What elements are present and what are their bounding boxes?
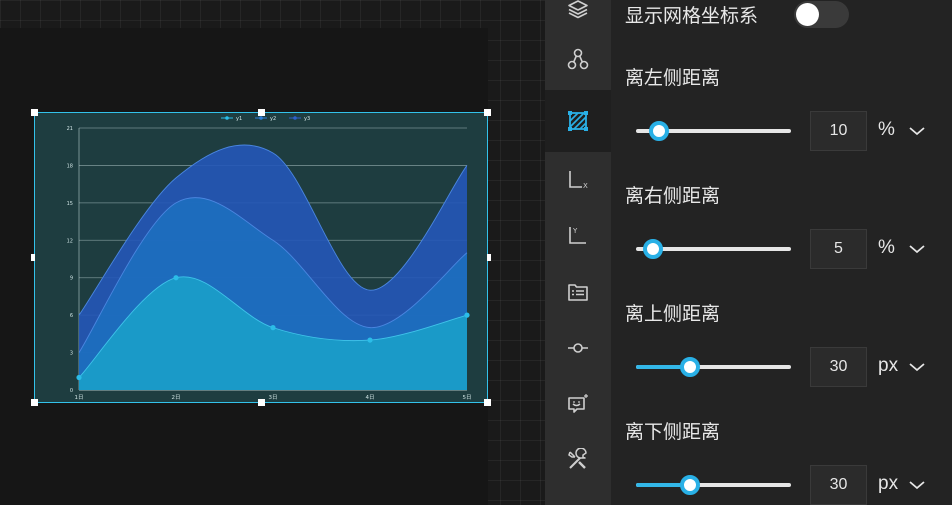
rail-tab-x-axis[interactable]: X (545, 152, 611, 208)
margin-right-input[interactable]: 5 (810, 229, 867, 269)
legend-marker-y2 (259, 116, 263, 120)
layers-icon (568, 0, 588, 19)
list-icon (568, 284, 588, 301)
rail-tab-tooltip[interactable] (545, 376, 611, 432)
data-point-y1 (367, 337, 373, 343)
grid-area-icon (568, 111, 588, 131)
show-grid-toggle[interactable] (794, 1, 849, 28)
x-tick-label: 3日 (269, 394, 278, 401)
data-point-y1 (173, 275, 179, 281)
x-tick-label: 1日 (75, 394, 84, 401)
chevron-down-icon[interactable] (908, 362, 926, 372)
resize-handle-right[interactable] (487, 254, 491, 261)
y-tick-label: 6 (70, 313, 73, 319)
rail-tab-y-axis[interactable]: Y (545, 208, 611, 264)
y-tick-label: 9 (70, 276, 73, 282)
area-chart: 0 3 6 9 12 15 18 21 1日 2日 3日 4日 5日 y1 y2 y3 (67, 116, 472, 401)
svg-text:X: X (583, 182, 588, 190)
toggle-knob (796, 3, 819, 26)
slider-thumb[interactable] (680, 357, 700, 377)
property-tab-rail: X Y (545, 0, 611, 505)
legend-marker-y3 (293, 116, 297, 120)
chevron-down-icon[interactable] (908, 126, 926, 136)
margin-left-unit[interactable]: % (878, 119, 895, 141)
margin-top-label: 离上侧距离 (625, 303, 721, 325)
resize-handle-bottom-left[interactable] (31, 399, 38, 406)
y-axis-icon: Y (569, 227, 586, 244)
point-line-icon (568, 343, 588, 353)
slider-thumb[interactable] (643, 239, 663, 259)
chart-widget[interactable]: 0 3 6 9 12 15 18 21 1日 2日 3日 4日 5日 y1 y2 y3 (31, 109, 491, 406)
app-root: 0 3 6 9 12 15 18 21 1日 2日 3日 4日 5日 y1 y2 y3 (0, 0, 952, 505)
margin-bottom-input[interactable]: 30 (810, 465, 867, 505)
nodes-icon (567, 48, 589, 70)
y-tick-label: 0 (70, 388, 73, 394)
slider-thumb[interactable] (649, 121, 669, 141)
x-tick-label: 2日 (172, 394, 181, 401)
rail-tab-tools[interactable] (545, 432, 611, 488)
tooltip-icon (568, 394, 588, 413)
legend-label: y1 (236, 116, 242, 122)
margin-right-slider[interactable] (636, 239, 791, 259)
y-tick-label: 18 (67, 163, 73, 169)
x-tick-label: 5日 (463, 394, 472, 401)
resize-handle-bottom[interactable] (258, 399, 265, 406)
legend-label: y2 (270, 116, 276, 122)
margin-bottom-unit[interactable]: px (878, 473, 898, 495)
data-point-y1 (270, 325, 276, 331)
resize-handle-top-left[interactable] (31, 109, 38, 116)
x-tick-label: 4日 (366, 394, 375, 401)
x-axis-icon: X (569, 171, 588, 190)
data-point-y1 (464, 312, 470, 318)
margin-top-input[interactable]: 30 (810, 347, 867, 387)
tools-icon (568, 448, 587, 469)
slider-fill (636, 365, 683, 369)
y-tick-label: 21 (67, 126, 73, 132)
legend-marker-y1 (225, 116, 229, 120)
properties-panel: 显示网格坐标系 离左侧距离 10% 离右侧距离 5% 离上侧距离 30 px 离下侧距离 30 p… (611, 0, 952, 505)
rail-tab-grid-area[interactable] (545, 90, 611, 152)
legend-label: y3 (304, 116, 310, 122)
margin-left-label: 离左侧距离 (625, 67, 721, 89)
slider-thumb[interactable] (680, 475, 700, 495)
data-point-y1 (76, 374, 82, 381)
margin-right-unit[interactable]: % (878, 237, 895, 259)
margin-left-input[interactable]: 10 (810, 111, 867, 151)
rail-tab-point-line[interactable] (545, 320, 611, 376)
resize-handle-top[interactable] (258, 109, 265, 116)
margin-top-unit[interactable]: px (878, 355, 898, 377)
margin-bottom-slider[interactable] (636, 475, 791, 495)
resize-handle-left[interactable] (31, 254, 35, 261)
y-tick-label: 15 (67, 201, 73, 207)
y-tick-label: 12 (67, 238, 73, 244)
margin-top-slider[interactable] (636, 357, 791, 377)
margin-left-slider[interactable] (636, 121, 791, 141)
y-tick-label: 3 (70, 351, 73, 357)
rail-tab-nodes[interactable] (545, 28, 611, 90)
chevron-down-icon[interactable] (908, 244, 926, 254)
rail-tab-list[interactable] (545, 264, 611, 320)
resize-handle-top-right[interactable] (484, 109, 491, 116)
slider-fill (636, 483, 683, 487)
margin-right-label: 离右侧距离 (625, 185, 721, 207)
margin-bottom-label: 离下侧距离 (625, 421, 721, 443)
editor-canvas[interactable]: 0 3 6 9 12 15 18 21 1日 2日 3日 4日 5日 y1 y2 y3 (0, 0, 545, 505)
chevron-down-icon[interactable] (908, 480, 926, 490)
svg-text:Y: Y (572, 227, 578, 235)
show-grid-label: 显示网格坐标系 (625, 5, 759, 27)
resize-handle-bottom-right[interactable] (484, 399, 491, 406)
rail-tab-layers[interactable] (545, 0, 611, 28)
